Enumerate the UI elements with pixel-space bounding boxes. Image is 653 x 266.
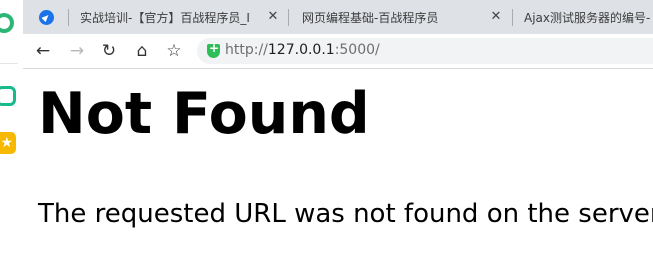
- browser-logo-icon[interactable]: [0, 13, 14, 33]
- tab-divider: [68, 9, 69, 26]
- tab-title: 网页编程基础-百战程序员: [302, 10, 439, 25]
- app-icon[interactable]: [0, 86, 16, 106]
- error-message: The requested URL was not found on the s…: [38, 199, 653, 229]
- tab-divider: [512, 9, 513, 26]
- reload-icon[interactable]: ↻: [97, 39, 121, 63]
- page-content: Not Found The requested URL was not foun…: [23, 69, 653, 266]
- tab-close-icon[interactable]: ✕: [487, 8, 505, 26]
- browser-window: ★ 实战培训-【官方】百战程序员_IT( ✕ 网页编程基础-百战程序员 ✕ Aj…: [0, 0, 653, 266]
- tab-web-basics[interactable]: 网页编程基础-百战程序员 ✕: [290, 0, 510, 34]
- back-icon[interactable]: ←: [31, 39, 55, 63]
- url-port-path: :5000/: [334, 42, 380, 58]
- favorites-star-icon[interactable]: ★: [0, 132, 16, 154]
- tab-training[interactable]: 实战培训-【官方】百战程序员_IT( ✕: [70, 0, 285, 34]
- tab-close-icon[interactable]: ✕: [264, 8, 282, 26]
- address-bar[interactable]: http://127.0.0.1:5000/: [197, 38, 653, 64]
- navigation-toolbar: ← → ↻ ⌂ ☆ http://127.0.0.1:5000/: [23, 34, 653, 69]
- tab-ajax-test[interactable]: Ajax测试服务器的编号-: [514, 0, 653, 34]
- tab-title: Ajax测试服务器的编号-: [524, 10, 651, 25]
- home-icon[interactable]: ⌂: [130, 39, 154, 63]
- page-title: Not Found: [38, 81, 370, 147]
- tab-divider: [288, 9, 289, 26]
- security-shield-icon[interactable]: [207, 41, 220, 58]
- favorites-icon[interactable]: ☆: [162, 39, 186, 63]
- tab-title: 实战培训-【官方】百战程序员_IT(: [80, 10, 250, 25]
- forward-icon[interactable]: →: [65, 39, 89, 63]
- sidebar-divider: [0, 63, 18, 64]
- url-host: 127.0.0.1: [267, 42, 335, 58]
- tab-strip: 实战培训-【官方】百战程序员_IT( ✕ 网页编程基础-百战程序员 ✕ Ajax…: [23, 0, 653, 34]
- side-panel: ★: [0, 0, 24, 266]
- url-protocol: http://: [225, 42, 268, 58]
- url-text[interactable]: http://127.0.0.1:5000/: [225, 42, 380, 58]
- pinned-tab-icon[interactable]: [39, 10, 54, 25]
